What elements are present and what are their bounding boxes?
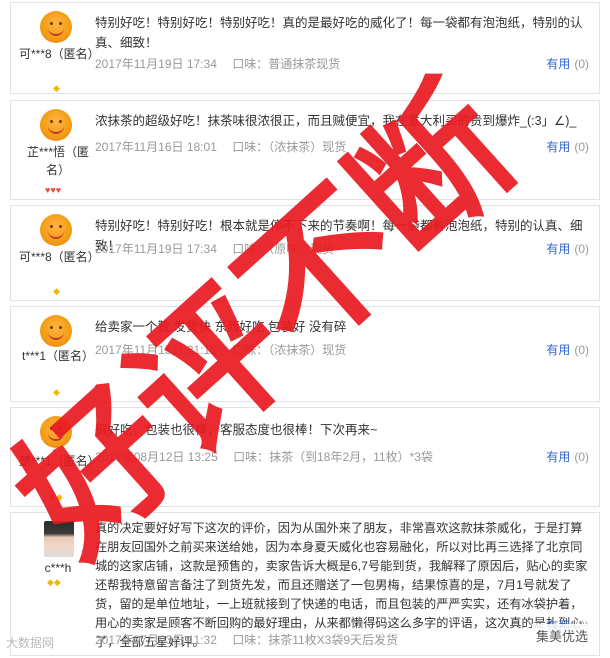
review-date: 2017年11月19日 17:34 xyxy=(95,242,217,256)
review-date: 2017年08月12日 13:25 xyxy=(95,450,218,464)
review-meta: 2017年11月15日 21:10 口味：（浓抹茶）现货 xyxy=(95,341,358,358)
vip-badge-icon: ◆ xyxy=(53,387,60,397)
review-flavor: 口味：（原味）现货 xyxy=(232,242,335,256)
reviewer-name: 芷***悟（匿名） xyxy=(26,145,89,177)
review-card: c***h ◆◆ 真的决定要好好写下这次的评价，因为从国外来了朋友，非常喜欢这款… xyxy=(10,512,600,656)
review-date: 2017年11月19日 17:34 xyxy=(95,57,217,71)
review-flavor: 口味：抹茶11枚X3袋9天后发货 xyxy=(232,633,399,647)
review-text: 特别好吃！特别好吃！特别好吃！真的是最好吃的威化了！每一袋都有泡泡纸，特别的认真… xyxy=(95,16,583,50)
vip-badge-icon: ◆ xyxy=(53,286,60,296)
review-card: 楚***1（匿名） ◆◆ 很好吃，包装也很棒，客服态度也很棒！下次再来~ 201… xyxy=(10,407,600,507)
avatar xyxy=(40,11,72,43)
useful-button[interactable]: 有用 (0) xyxy=(546,341,589,358)
wechat-account-label: 集美优选 xyxy=(531,624,592,647)
review-card: 可***8（匿名） ◆ 特别好吃！特别好吃！根本就是停不下来的节奏啊！每一袋都有… xyxy=(10,205,600,301)
review-meta: 2017年11月16日 18:01 口味：（浓抹茶）现货 xyxy=(95,138,358,155)
useful-button[interactable]: 有用 (0) xyxy=(546,240,589,257)
review-text: 浓抹茶的超级好吃！抹茶味很浓很正，而且贼便宜，我在意大利买的贵到爆炸_(:3」∠… xyxy=(95,114,577,128)
review-meta: 2017年11月19日 17:34 口味：（原味）现货 xyxy=(95,240,346,257)
useful-count: (0) xyxy=(574,57,589,71)
avatar xyxy=(40,416,72,448)
reviewer-name: 楚***1（匿名） xyxy=(19,454,100,468)
review-flavor: 口味：（浓抹茶）现货 xyxy=(232,343,347,357)
useful-count: (0) xyxy=(574,242,589,256)
useful-label[interactable]: 有用 xyxy=(546,57,570,71)
reviewer-name: 可***8（匿名） xyxy=(19,250,100,264)
reviewer-name: t***1（匿名） xyxy=(21,349,95,363)
avatar xyxy=(44,521,74,557)
reviewer-name: c***h xyxy=(44,561,72,575)
useful-button[interactable]: 有用 (0) xyxy=(546,448,589,465)
review-date: 2017年11月15日 21:10 xyxy=(95,343,217,357)
useful-button[interactable]: 有用 (0) xyxy=(546,55,589,72)
review-meta: 2017年11月19日 17:34 口味：普通抹茶现货 xyxy=(95,55,352,72)
review-text: 很好吃，包装也很棒，客服态度也很棒！下次再来~ xyxy=(95,423,378,437)
review-date: 2017年07月03日 11:32 xyxy=(95,633,217,647)
review-card: t***1（匿名） ◆ 给卖家一个赞 发货快 东西好吃 包装好 没有碎 2017… xyxy=(10,306,600,402)
avatar xyxy=(40,109,72,141)
vip-badge-icon: ◆◆ xyxy=(47,577,61,587)
useful-count: (0) xyxy=(574,343,589,357)
useful-label[interactable]: 有用 xyxy=(546,140,570,154)
review-flavor: 口味：（浓抹茶）现货 xyxy=(232,140,347,154)
avatar xyxy=(40,214,72,246)
review-meta: 2017年08月12日 13:25 口味：抹茶（到18年2月，11枚）*3袋 xyxy=(95,448,445,465)
review-card: 可***8（匿名） ◆ 特别好吃！特别好吃！特别好吃！真的是最好吃的威化了！每一… xyxy=(10,2,600,94)
review-text: 给卖家一个赞 发货快 东西好吃 包装好 没有碎 xyxy=(95,320,347,334)
useful-button[interactable]: 有用 (0) xyxy=(546,138,589,155)
review-flavor: 口味：普通抹茶现货 xyxy=(232,57,341,71)
review-flavor: 口味：抹茶（到18年2月，11枚）*3袋 xyxy=(233,450,433,464)
useful-count: (0) xyxy=(574,450,589,464)
review-date: 2017年11月16日 18:01 xyxy=(95,140,217,154)
useful-count: (0) xyxy=(574,140,589,154)
avatar xyxy=(40,315,72,347)
heart-badge-icon: ♥♥♥ xyxy=(45,185,62,195)
useful-label[interactable]: 有用 xyxy=(546,343,570,357)
review-card: 芷***悟（匿名） ♥♥♥ 浓抹茶的超级好吃！抹茶味很浓很正，而且贼便宜，我在意… xyxy=(10,100,600,200)
reviewer-name: 可***8（匿名） xyxy=(19,47,100,61)
vip-badge-icon: ◆ xyxy=(53,83,60,93)
vip-badge-icon: ◆◆ xyxy=(49,492,63,502)
useful-label[interactable]: 有用 xyxy=(546,450,570,464)
source-logo: 大数据网 xyxy=(6,636,55,650)
review-meta: 2017年07月03日 11:32 口味：抹茶11枚X3袋9天后发货 xyxy=(95,631,410,648)
useful-label[interactable]: 有用 xyxy=(546,242,570,256)
